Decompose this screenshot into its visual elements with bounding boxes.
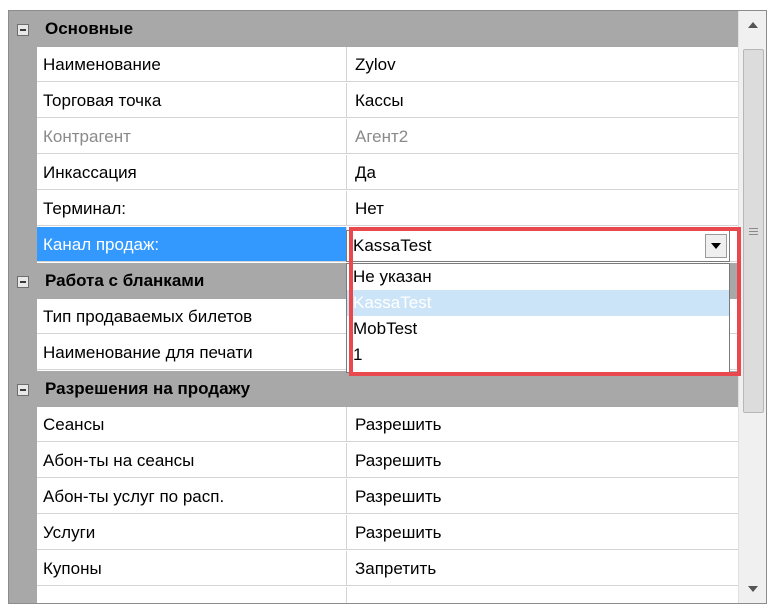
dropdown-option-highlighted[interactable]: KassaTest <box>347 290 729 316</box>
row-gutter <box>9 155 37 191</box>
property-value[interactable] <box>347 587 738 603</box>
sales-channel-combobox[interactable]: KassaTest <box>346 230 730 262</box>
property-value[interactable]: Zylov <box>347 47 738 82</box>
property-value[interactable]: Разрешить <box>347 443 738 478</box>
triangle-down-icon <box>748 586 758 592</box>
property-label: Услуги <box>37 515 347 550</box>
property-value[interactable]: Разрешить <box>347 479 738 514</box>
row-gutter <box>9 335 37 371</box>
property-row-subs-sessions[interactable]: Абон-ты на сеансы Разрешить <box>9 443 738 479</box>
property-value[interactable]: Запретить <box>347 551 738 586</box>
category-permissions[interactable]: Разрешения на продажу <box>9 371 738 407</box>
category-title: Основные <box>45 19 134 38</box>
property-value: Агент2 <box>347 119 738 154</box>
property-label: Инкассация <box>37 155 347 190</box>
property-label <box>37 587 347 603</box>
property-row-name[interactable]: Наименование Zylov <box>9 47 738 83</box>
property-label: Торговая точка <box>37 83 347 118</box>
row-gutter <box>9 515 37 551</box>
property-row-coupons[interactable]: Купоны Запретить <box>9 551 738 587</box>
row-gutter <box>9 587 37 603</box>
property-row-terminal[interactable]: Терминал: Нет <box>9 191 738 227</box>
property-row-subs-services[interactable]: Абон-ты услуг по расп. Разрешить <box>9 479 738 515</box>
property-label: Сеансы <box>37 407 347 442</box>
row-gutter <box>9 551 37 587</box>
collapse-icon[interactable] <box>17 276 29 288</box>
property-row-partial[interactable] <box>9 587 738 603</box>
category-title: Разрешения на продажу <box>45 379 251 398</box>
property-value[interactable]: Да <box>347 155 738 190</box>
row-gutter <box>9 83 37 119</box>
scroll-down-button[interactable] <box>739 575 766 603</box>
grip-line <box>749 228 758 229</box>
property-row-point[interactable]: Торговая точка Кассы <box>9 83 738 119</box>
property-value[interactable]: Разрешить <box>347 515 738 550</box>
dropdown-option[interactable]: 1 <box>347 342 729 368</box>
property-label: Купоны <box>37 551 347 586</box>
property-label: Наименование для печати <box>37 335 347 370</box>
row-gutter <box>9 119 37 155</box>
property-label: Тип продаваемых билетов <box>37 299 347 334</box>
dropdown-button[interactable] <box>705 234 727 258</box>
row-gutter <box>9 191 37 227</box>
property-label: Терминал: <box>37 191 347 226</box>
scrollbar-thumb[interactable] <box>743 49 764 413</box>
row-gutter <box>9 47 37 83</box>
category-main[interactable]: Основные <box>9 11 738 47</box>
property-row-services[interactable]: Услуги Разрешить <box>9 515 738 551</box>
property-row-collection[interactable]: Инкассация Да <box>9 155 738 191</box>
property-row-counterparty[interactable]: Контрагент Агент2 <box>9 119 738 155</box>
property-row-sessions[interactable]: Сеансы Разрешить <box>9 407 738 443</box>
property-label: Наименование <box>37 47 347 82</box>
grip-line <box>749 234 758 235</box>
row-gutter <box>9 407 37 443</box>
property-label: Абон-ты услуг по расп. <box>37 479 347 514</box>
property-label: Контрагент <box>37 119 347 154</box>
property-value[interactable]: Кассы <box>347 83 738 118</box>
collapse-icon[interactable] <box>17 24 29 36</box>
row-gutter <box>9 227 37 263</box>
dropdown-list: Не указан KassaTest MobTest 1 <box>346 263 730 373</box>
dropdown-option[interactable]: MobTest <box>347 316 729 342</box>
collapse-icon[interactable] <box>17 384 29 396</box>
triangle-up-icon <box>748 22 758 28</box>
property-value[interactable]: Нет <box>347 191 738 226</box>
combobox-selected-value: KassaTest <box>353 236 432 255</box>
property-label-selected: Канал продаж: <box>37 227 347 262</box>
category-title: Работа с бланками <box>45 271 205 290</box>
scroll-up-button[interactable] <box>739 11 766 39</box>
property-label: Абон-ты на сеансы <box>37 443 347 478</box>
dropdown-option[interactable]: Не указан <box>347 264 729 290</box>
row-gutter <box>9 479 37 515</box>
row-gutter <box>9 299 37 335</box>
row-gutter <box>9 443 37 479</box>
grip-line <box>749 231 758 232</box>
chevron-down-icon <box>711 243 721 249</box>
vertical-scrollbar[interactable] <box>738 11 766 603</box>
property-value[interactable]: Разрешить <box>347 407 738 442</box>
